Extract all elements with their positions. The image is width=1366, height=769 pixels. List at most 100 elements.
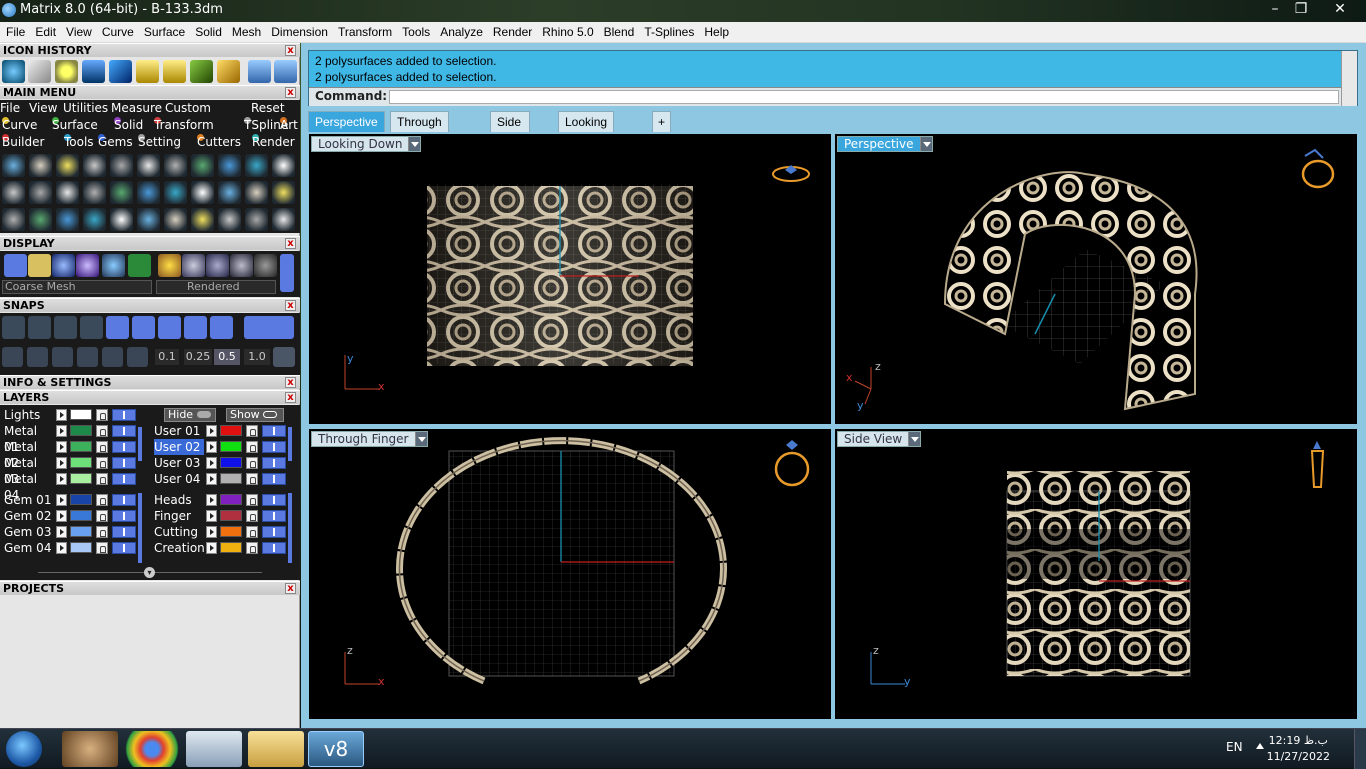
layer-row[interactable]: Creation <box>154 540 292 556</box>
visibility-toggle[interactable] <box>112 425 136 437</box>
menu-blend[interactable]: Blend <box>599 22 640 43</box>
command-scrollbar[interactable] <box>1341 51 1357 89</box>
render-mode-dropdown[interactable]: Rendered <box>156 280 276 294</box>
car-icon[interactable] <box>218 208 241 231</box>
layer-color[interactable] <box>70 494 92 505</box>
viewport-side-view[interactable]: z y Side View <box>834 428 1358 720</box>
expand-arrow-icon[interactable] <box>206 510 217 522</box>
layer-name[interactable]: Gem 04 <box>4 540 54 556</box>
main-menu-header[interactable]: MAIN MENU x <box>0 85 300 99</box>
crosshair-icon[interactable] <box>273 347 295 367</box>
gem-cut-icon[interactable] <box>110 208 133 231</box>
hatch-icon[interactable] <box>164 208 187 231</box>
layer-row[interactable]: User 04 <box>154 471 292 487</box>
expand-arrow-icon[interactable] <box>206 441 217 453</box>
matrix-taskbar-button[interactable]: v8 <box>308 731 364 767</box>
globe-icon[interactable] <box>272 154 295 177</box>
viewport-label[interactable]: Looking Down <box>311 136 422 152</box>
layer-row[interactable]: Cutting <box>154 524 292 540</box>
viewport-through-finger[interactable]: z x Through Finger <box>308 428 832 720</box>
gold-material-icon[interactable] <box>158 254 181 277</box>
close-icon[interactable]: x <box>285 583 296 594</box>
layer-color[interactable] <box>220 526 242 537</box>
bounding-box-icon[interactable] <box>28 254 51 277</box>
calculator-icon[interactable] <box>186 731 242 767</box>
back-arrow-icon[interactable] <box>248 60 271 83</box>
cone-icon[interactable] <box>82 60 105 83</box>
menu-render[interactable]: Render <box>488 22 537 43</box>
pencil-icon[interactable] <box>29 208 52 231</box>
visibility-toggle[interactable] <box>112 494 136 506</box>
layer-row[interactable]: Metal 02 <box>4 439 142 470</box>
chip-icon[interactable] <box>137 181 160 204</box>
expand-arrow-icon[interactable] <box>206 494 217 506</box>
snap-mid-icon[interactable] <box>80 316 103 339</box>
mm-measure[interactable]: Measure <box>111 100 162 117</box>
expand-arrow-icon[interactable] <box>56 441 67 453</box>
grid-view-icon[interactable] <box>4 254 27 277</box>
circle-icon[interactable] <box>55 60 78 83</box>
menu-file[interactable]: File <box>0 22 30 43</box>
layer-row[interactable]: Heads <box>154 492 292 508</box>
lock-icon[interactable] <box>96 457 108 469</box>
lock-icon[interactable] <box>96 409 108 421</box>
snap-quad-icon[interactable] <box>210 316 233 339</box>
snap-intersection-icon[interactable] <box>132 316 155 339</box>
texture-icon[interactable] <box>128 254 151 277</box>
forward-arrow-icon[interactable] <box>274 60 297 83</box>
chevron-down-icon[interactable] <box>408 137 421 151</box>
show-desktop-button[interactable] <box>1354 729 1366 769</box>
expand-arrow-icon[interactable] <box>206 457 217 469</box>
menu-view[interactable]: View <box>61 22 97 43</box>
tab-through-finger[interactable]: Through Finger <box>390 111 449 149</box>
viewport-label[interactable]: Through Finger <box>311 431 428 447</box>
layer-name[interactable]: User 02 <box>154 439 204 455</box>
pencil-icon[interactable] <box>29 154 52 177</box>
layer-row[interactable]: Metal 01 <box>4 423 142 454</box>
material-3-icon[interactable] <box>206 254 229 277</box>
light-icon[interactable] <box>56 208 79 231</box>
snap-value-2[interactable]: 0.5 <box>214 349 240 365</box>
layer-name[interactable]: User 01 <box>154 423 204 439</box>
chevron-down-icon[interactable] <box>919 137 932 151</box>
visibility-toggle[interactable] <box>112 409 136 421</box>
mm-reset[interactable]: Reset <box>251 100 285 117</box>
mm-utilities[interactable]: Utilities <box>63 100 108 117</box>
layer-name[interactable]: Heads <box>154 492 204 508</box>
globe-icon[interactable] <box>272 208 295 231</box>
command-input[interactable] <box>389 90 1339 104</box>
plane-icon[interactable] <box>102 347 123 367</box>
expand-arrow-icon[interactable] <box>56 425 67 437</box>
menu-edit[interactable]: Edit <box>30 22 61 43</box>
expand-arrow-icon[interactable] <box>206 473 217 485</box>
layer-name[interactable]: Gem 03 <box>4 524 54 540</box>
snap-toggle-button[interactable] <box>244 316 294 339</box>
title-bar[interactable]: Matrix 8.0 (64-bit) - B-133.3dm – ❐ ✕ <box>0 0 1366 22</box>
layer-color[interactable] <box>70 526 92 537</box>
move-icon[interactable] <box>127 347 148 367</box>
cube-icon[interactable] <box>27 347 48 367</box>
hatch-icon[interactable] <box>164 181 187 204</box>
chrome-icon[interactable] <box>124 731 180 767</box>
layer-name[interactable]: Gem 02 <box>4 508 54 524</box>
lock-icon[interactable] <box>136 60 159 83</box>
gauge-icon[interactable] <box>217 60 240 83</box>
visibility-toggle[interactable] <box>112 473 136 485</box>
visibility-toggle[interactable] <box>262 441 286 453</box>
mm-custom[interactable]: Custom <box>165 100 211 117</box>
matrix-logo-icon[interactable] <box>2 181 25 204</box>
viewport-perspective[interactable]: z x y Perspective <box>834 133 1358 425</box>
car-icon[interactable] <box>218 154 241 177</box>
layer-row[interactable]: Gem 03 <box>4 524 142 540</box>
layer-color[interactable] <box>70 510 92 521</box>
lights-color[interactable] <box>70 409 92 420</box>
expand-arrow-icon[interactable] <box>56 542 67 554</box>
material-2-icon[interactable] <box>182 254 205 277</box>
lock-icon[interactable] <box>246 510 258 522</box>
expand-arrow-icon[interactable] <box>206 425 217 437</box>
shaded-sphere-icon[interactable] <box>52 254 75 277</box>
show-button[interactable]: Show <box>226 408 284 422</box>
lock-icon[interactable] <box>246 473 258 485</box>
layer-row[interactable]: Gem 01 <box>4 492 142 508</box>
visibility-toggle[interactable] <box>112 542 136 554</box>
